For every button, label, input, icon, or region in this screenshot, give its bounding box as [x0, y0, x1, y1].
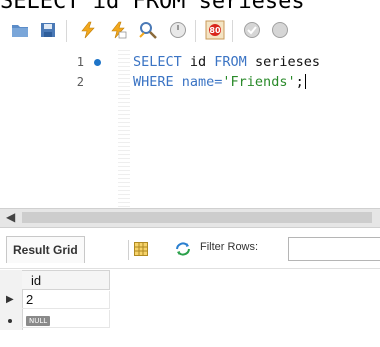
sql-editor[interactable]: 1 2 SELECT id FROM serieses WHERE name='…	[0, 50, 380, 208]
save-icon[interactable]	[34, 10, 62, 50]
code-area[interactable]: SELECT id FROM serieses WHERE name='Frie…	[133, 50, 380, 208]
horizontal-scrollbar[interactable]: ◀	[0, 208, 380, 228]
refresh-icon[interactable]	[174, 241, 192, 260]
line-number: 1	[76, 55, 84, 69]
text-caret	[304, 74, 306, 89]
open-folder-icon[interactable]	[6, 10, 34, 50]
rollback-icon[interactable]	[266, 10, 294, 50]
svg-text:80: 80	[209, 26, 221, 35]
table-row[interactable]: 2	[22, 291, 110, 309]
cell-value[interactable]: 2	[26, 292, 33, 307]
fold-margin	[118, 50, 130, 208]
explain-icon[interactable]	[134, 10, 162, 50]
line-number: 2	[76, 75, 84, 89]
scroll-left-icon[interactable]: ◀	[6, 210, 15, 224]
column-header-id[interactable]: id	[22, 270, 110, 290]
code-line: WHERE name='Friends';	[133, 72, 380, 92]
toolbar-separator	[195, 20, 196, 42]
results-toolbar: Result Grid Filter Rows:	[0, 230, 380, 269]
code-line: SELECT id FROM serieses	[133, 52, 380, 72]
code-text: ;	[295, 74, 304, 90]
toolbar-separator	[128, 240, 129, 260]
toolbar-separator	[232, 20, 233, 42]
keyword-from: FROM	[214, 54, 247, 70]
keyword-where: WHERE	[133, 74, 174, 90]
null-badge[interactable]: NULL	[26, 316, 51, 326]
grid-view-icon[interactable]	[134, 241, 148, 260]
keyword-select: SELECT	[133, 54, 182, 70]
row-selector-column[interactable]: ▶	[0, 270, 23, 330]
line-number-gutter: 1 2	[0, 50, 118, 208]
scrollbar-thumb[interactable]	[22, 212, 372, 223]
tab-result-grid[interactable]: Result Grid	[6, 236, 85, 263]
filter-rows-label: Filter Rows:	[200, 241, 259, 253]
execute-current-icon[interactable]	[104, 10, 132, 50]
new-row-icon	[8, 319, 12, 323]
execute-icon[interactable]	[74, 10, 102, 50]
result-grid[interactable]: ▶ id 2 NULL	[0, 270, 380, 347]
current-row-icon: ▶	[6, 294, 14, 305]
code-text: name=	[173, 74, 223, 90]
filter-rows-input[interactable]	[288, 237, 380, 261]
table-name: serieses	[246, 54, 320, 70]
table-row[interactable]: NULL	[22, 310, 110, 328]
stop-icon[interactable]	[164, 10, 192, 50]
code-text: id	[181, 54, 215, 70]
string-literal: 'Friends'	[222, 74, 296, 90]
commit-icon[interactable]	[238, 10, 266, 50]
toolbar-separator	[66, 20, 67, 42]
statement-marker-icon	[94, 59, 101, 66]
toggle-error-icon[interactable]: 80	[201, 10, 229, 50]
sql-editor-toolbar: 80	[0, 10, 380, 50]
